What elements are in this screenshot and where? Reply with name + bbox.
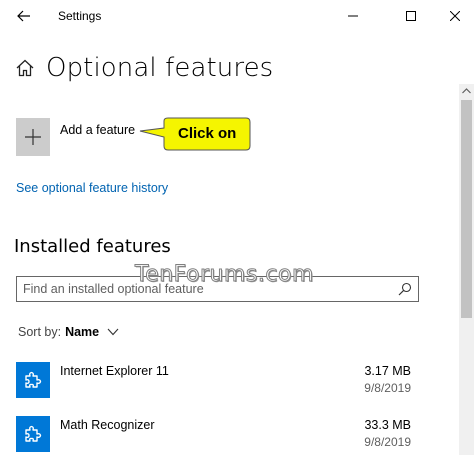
maximize-button[interactable] [396,3,426,29]
add-feature-tile[interactable] [16,118,50,156]
back-arrow-icon [17,10,30,22]
close-icon [450,11,460,21]
page-header: Optional features [14,50,273,86]
puzzle-piece-icon [25,425,42,442]
sort-label: Sort by: [18,325,62,339]
sort-value[interactable]: Name [65,325,99,339]
scrollbar-thumb[interactable] [461,100,472,318]
feature-size: 33.3 MB [364,418,411,432]
feature-name: Internet Explorer 11 [60,364,169,378]
scrollbar[interactable] [459,84,474,455]
back-button[interactable] [12,5,36,27]
sort-control[interactable]: Sort by: Name [18,325,119,339]
title-bar: Settings [0,0,474,32]
callout-text: Click on [178,125,237,142]
installed-features-heading: Installed features [14,236,171,257]
minimize-button[interactable] [338,3,368,29]
maximize-icon [406,11,416,21]
add-feature-button[interactable]: Add a feature [16,118,135,156]
watermark: TenForums.com [135,262,314,288]
close-button[interactable] [440,3,470,29]
feature-tile [16,416,50,452]
window-title: Settings [58,9,102,23]
feature-size: 3.17 MB [364,364,411,378]
feature-tile [16,362,50,398]
feature-name: Math Recognizer [60,418,155,432]
puzzle-piece-icon [25,371,42,388]
scroll-up-icon[interactable] [462,87,471,95]
home-icon[interactable] [14,57,36,79]
page-title: Optional features [46,53,274,83]
minimize-icon [348,15,358,17]
list-item[interactable]: Math Recognizer 33.3 MB 9/8/2019 [16,416,416,455]
chevron-down-icon[interactable] [107,328,119,336]
optional-feature-history-link[interactable]: See optional feature history [16,181,168,195]
feature-date: 9/8/2019 [364,435,411,449]
plus-icon [25,129,41,145]
add-feature-label[interactable]: Add a feature [60,123,135,137]
search-icon[interactable] [398,282,412,296]
feature-date: 9/8/2019 [364,381,411,395]
list-item[interactable]: Internet Explorer 11 3.17 MB 9/8/2019 [16,362,416,408]
